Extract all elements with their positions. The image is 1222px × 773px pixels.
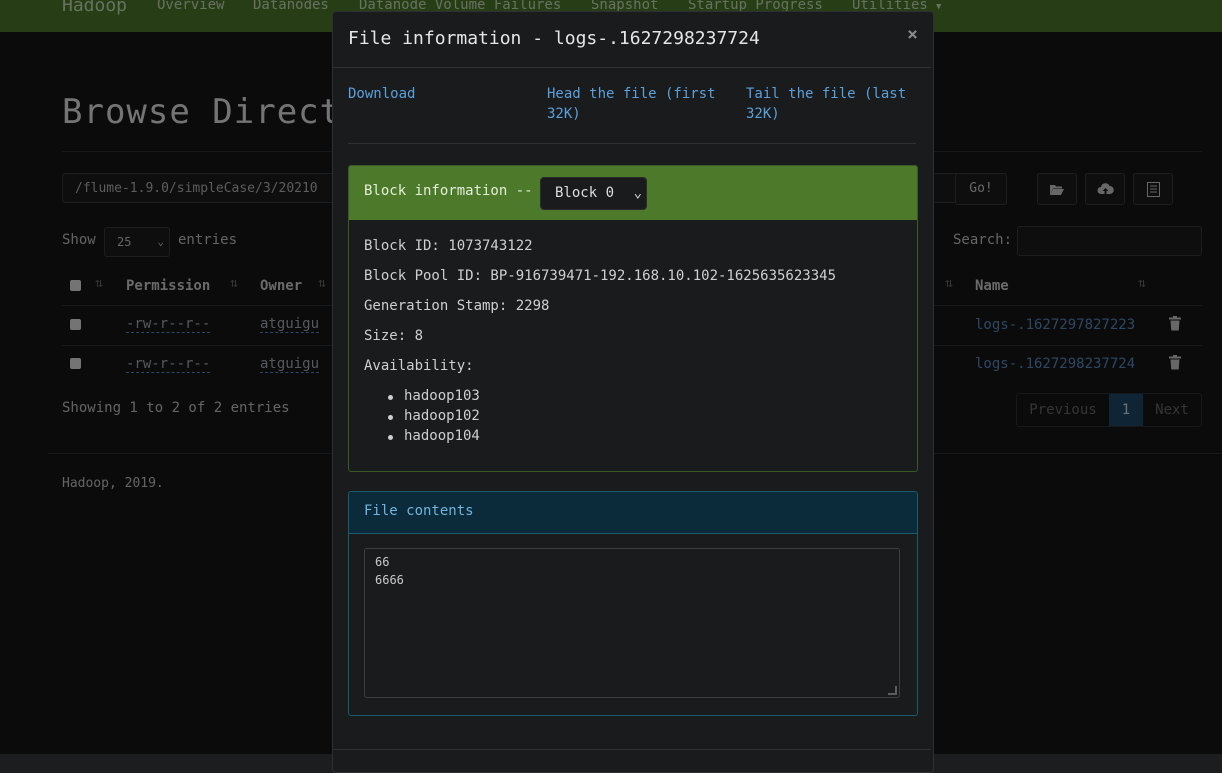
block-id: Block ID: 1073743122 bbox=[364, 238, 533, 254]
list-bullet bbox=[388, 415, 393, 420]
file-information-modal: File information - logs-.1627298237724 ×… bbox=[332, 11, 934, 773]
block-pool-id: Block Pool ID: BP-916739471-192.168.10.1… bbox=[364, 268, 837, 284]
head-file-link[interactable]: Head the file (first 32K) bbox=[547, 84, 727, 124]
block-information-panel: Block information -- Block 0 ⌄ Block ID:… bbox=[348, 165, 918, 472]
modal-links-divider bbox=[348, 143, 916, 144]
list-bullet bbox=[388, 435, 393, 440]
modal-title: File information - logs-.1627298237724 bbox=[348, 28, 760, 49]
availability-host: hadoop104 bbox=[404, 428, 480, 444]
block-select-value: Block 0 bbox=[555, 185, 615, 201]
tail-file-link[interactable]: Tail the file (last 32K) bbox=[746, 84, 926, 124]
list-bullet bbox=[388, 395, 393, 400]
file-contents-panel: File contents 66 6666 bbox=[348, 491, 918, 716]
file-contents-textarea[interactable]: 66 6666 bbox=[364, 548, 900, 698]
close-icon[interactable]: × bbox=[907, 24, 918, 45]
block-information-header: Block information -- Block 0 ⌄ bbox=[349, 166, 917, 220]
modal-footer-divider bbox=[333, 749, 931, 750]
file-contents-header: File contents bbox=[349, 492, 917, 534]
resize-handle-icon[interactable] bbox=[888, 686, 897, 695]
availability-host: hadoop103 bbox=[404, 388, 480, 404]
availability-label: Availability: bbox=[364, 358, 474, 374]
block-select[interactable]: Block 0 ⌄ bbox=[540, 177, 647, 210]
modal-header-divider bbox=[333, 67, 931, 68]
file-contents-line: 66 bbox=[375, 555, 390, 569]
generation-stamp: Generation Stamp: 2298 bbox=[364, 298, 550, 314]
download-link[interactable]: Download bbox=[348, 84, 528, 104]
file-contents-line: 6666 bbox=[375, 573, 404, 587]
block-size: Size: 8 bbox=[364, 328, 424, 344]
chevron-down-icon: ⌄ bbox=[633, 185, 642, 201]
block-information-label: Block information -- bbox=[364, 183, 533, 199]
availability-host: hadoop102 bbox=[404, 408, 480, 424]
file-contents-label: File contents bbox=[364, 503, 474, 519]
